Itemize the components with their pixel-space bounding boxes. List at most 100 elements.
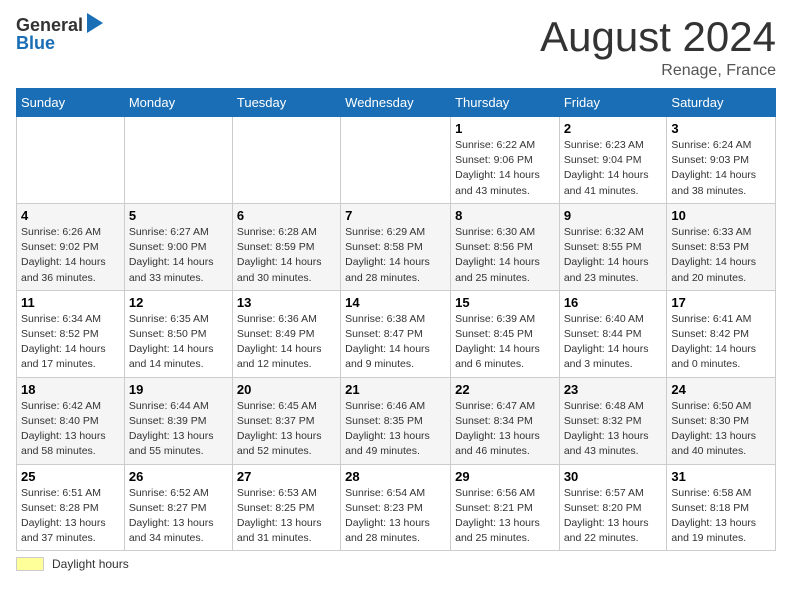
day-number: 5 (129, 208, 228, 223)
day-number: 22 (455, 382, 555, 397)
day-info: Sunrise: 6:38 AM Sunset: 8:47 PM Dayligh… (345, 312, 446, 373)
day-number: 30 (564, 469, 663, 484)
day-info: Sunrise: 6:48 AM Sunset: 8:32 PM Dayligh… (564, 399, 663, 460)
calendar-table: SundayMondayTuesdayWednesdayThursdayFrid… (16, 88, 776, 551)
week-row-5: 25 Sunrise: 6:51 AM Sunset: 8:28 PM Dayli… (17, 464, 776, 551)
logo-blue-text: Blue (16, 34, 103, 52)
day-cell: 6Sunrise: 6:28 AM Sunset: 8:59 PM Daylig… (232, 203, 340, 290)
day-number: 7 (345, 208, 446, 223)
day-cell: 13 Sunrise: 6:36 AM Sunset: 8:49 PM Dayli… (232, 290, 340, 377)
day-cell: 19 Sunrise: 6:44 AM Sunset: 8:39 PM Dayli… (124, 377, 232, 464)
day-info: Sunrise: 6:29 AM Sunset: 8:58 PM Dayligh… (345, 225, 446, 286)
day-info: Sunrise: 6:44 AM Sunset: 8:39 PM Dayligh… (129, 399, 228, 460)
day-number: 2 (564, 121, 663, 136)
day-cell (17, 117, 125, 204)
day-cell (232, 117, 340, 204)
day-cell (341, 117, 451, 204)
day-cell: 1Sunrise: 6:22 AM Sunset: 9:06 PM Daylig… (451, 117, 560, 204)
header-cell-friday: Friday (559, 89, 667, 117)
day-cell: 3 Sunrise: 6:24 AM Sunset: 9:03 PM Daylig… (667, 117, 776, 204)
day-number: 3 (671, 121, 771, 136)
day-number: 29 (455, 469, 555, 484)
day-info: Sunrise: 6:30 AM Sunset: 8:56 PM Dayligh… (455, 225, 555, 286)
day-cell (124, 117, 232, 204)
day-cell: 31 Sunrise: 6:58 AM Sunset: 8:18 PM Dayli… (667, 464, 776, 551)
day-info: Sunrise: 6:36 AM Sunset: 8:49 PM Dayligh… (237, 312, 336, 373)
daylight-legend-label: Daylight hours (52, 557, 129, 571)
day-info: Sunrise: 6:34 AM Sunset: 8:52 PM Dayligh… (21, 312, 120, 373)
day-cell: 27Sunrise: 6:53 AM Sunset: 8:25 PM Dayli… (232, 464, 340, 551)
day-cell: 7 Sunrise: 6:29 AM Sunset: 8:58 PM Daylig… (341, 203, 451, 290)
week-row-1: 1Sunrise: 6:22 AM Sunset: 9:06 PM Daylig… (17, 117, 776, 204)
day-info: Sunrise: 6:35 AM Sunset: 8:50 PM Dayligh… (129, 312, 228, 373)
day-info: Sunrise: 6:26 AM Sunset: 9:02 PM Dayligh… (21, 225, 120, 286)
day-info: Sunrise: 6:28 AM Sunset: 8:59 PM Dayligh… (237, 225, 336, 286)
day-number: 19 (129, 382, 228, 397)
day-cell: 8 Sunrise: 6:30 AM Sunset: 8:56 PM Daylig… (451, 203, 560, 290)
day-info: Sunrise: 6:23 AM Sunset: 9:04 PM Dayligh… (564, 138, 663, 199)
day-cell: 26 Sunrise: 6:52 AM Sunset: 8:27 PM Dayli… (124, 464, 232, 551)
header-cell-thursday: Thursday (451, 89, 560, 117)
day-info: Sunrise: 6:56 AM Sunset: 8:21 PM Dayligh… (455, 486, 555, 547)
day-number: 10 (671, 208, 771, 223)
day-number: 26 (129, 469, 228, 484)
day-cell: 28Sunrise: 6:54 AM Sunset: 8:23 PM Dayli… (341, 464, 451, 551)
day-info: Sunrise: 6:39 AM Sunset: 8:45 PM Dayligh… (455, 312, 555, 373)
day-number: 31 (671, 469, 771, 484)
day-number: 12 (129, 295, 228, 310)
day-number: 18 (21, 382, 120, 397)
day-cell: 23 Sunrise: 6:48 AM Sunset: 8:32 PM Dayli… (559, 377, 667, 464)
day-cell: 20Sunrise: 6:45 AM Sunset: 8:37 PM Dayli… (232, 377, 340, 464)
day-cell: 25 Sunrise: 6:51 AM Sunset: 8:28 PM Dayli… (17, 464, 125, 551)
logo-general-text: General (16, 16, 83, 34)
day-cell: 2 Sunrise: 6:23 AM Sunset: 9:04 PM Daylig… (559, 117, 667, 204)
day-info: Sunrise: 6:58 AM Sunset: 8:18 PM Dayligh… (671, 486, 771, 547)
day-number: 20 (237, 382, 336, 397)
header-row: SundayMondayTuesdayWednesdayThursdayFrid… (17, 89, 776, 117)
day-number: 25 (21, 469, 120, 484)
header-cell-wednesday: Wednesday (341, 89, 451, 117)
location-subtitle: Renage, France (540, 62, 776, 80)
day-cell: 18Sunrise: 6:42 AM Sunset: 8:40 PM Dayli… (17, 377, 125, 464)
header-cell-sunday: Sunday (17, 89, 125, 117)
week-row-4: 18Sunrise: 6:42 AM Sunset: 8:40 PM Dayli… (17, 377, 776, 464)
week-row-2: 4 Sunrise: 6:26 AM Sunset: 9:02 PM Daylig… (17, 203, 776, 290)
day-cell: 16 Sunrise: 6:40 AM Sunset: 8:44 PM Dayli… (559, 290, 667, 377)
day-number: 23 (564, 382, 663, 397)
day-info: Sunrise: 6:54 AM Sunset: 8:23 PM Dayligh… (345, 486, 446, 547)
day-cell: 24Sunrise: 6:50 AM Sunset: 8:30 PM Dayli… (667, 377, 776, 464)
day-cell: 14 Sunrise: 6:38 AM Sunset: 8:47 PM Dayli… (341, 290, 451, 377)
logo: General Blue (16, 16, 103, 52)
day-info: Sunrise: 6:46 AM Sunset: 8:35 PM Dayligh… (345, 399, 446, 460)
day-cell: 11 Sunrise: 6:34 AM Sunset: 8:52 PM Dayli… (17, 290, 125, 377)
header-cell-tuesday: Tuesday (232, 89, 340, 117)
day-number: 8 (455, 208, 555, 223)
day-number: 16 (564, 295, 663, 310)
day-info: Sunrise: 6:22 AM Sunset: 9:06 PM Dayligh… (455, 138, 555, 199)
day-info: Sunrise: 6:33 AM Sunset: 8:53 PM Dayligh… (671, 225, 771, 286)
day-cell: 15Sunrise: 6:39 AM Sunset: 8:45 PM Dayli… (451, 290, 560, 377)
day-info: Sunrise: 6:24 AM Sunset: 9:03 PM Dayligh… (671, 138, 771, 199)
day-info: Sunrise: 6:50 AM Sunset: 8:30 PM Dayligh… (671, 399, 771, 460)
day-number: 14 (345, 295, 446, 310)
day-cell: 4 Sunrise: 6:26 AM Sunset: 9:02 PM Daylig… (17, 203, 125, 290)
day-info: Sunrise: 6:57 AM Sunset: 8:20 PM Dayligh… (564, 486, 663, 547)
day-cell: 9Sunrise: 6:32 AM Sunset: 8:55 PM Daylig… (559, 203, 667, 290)
day-number: 11 (21, 295, 120, 310)
day-number: 4 (21, 208, 120, 223)
day-number: 21 (345, 382, 446, 397)
day-number: 9 (564, 208, 663, 223)
day-info: Sunrise: 6:52 AM Sunset: 8:27 PM Dayligh… (129, 486, 228, 547)
day-number: 13 (237, 295, 336, 310)
day-info: Sunrise: 6:40 AM Sunset: 8:44 PM Dayligh… (564, 312, 663, 373)
day-info: Sunrise: 6:47 AM Sunset: 8:34 PM Dayligh… (455, 399, 555, 460)
day-cell: 10 Sunrise: 6:33 AM Sunset: 8:53 PM Dayli… (667, 203, 776, 290)
day-cell: 29 Sunrise: 6:56 AM Sunset: 8:21 PM Dayli… (451, 464, 560, 551)
calendar-footer: Daylight hours (16, 557, 776, 571)
day-cell: 12 Sunrise: 6:35 AM Sunset: 8:50 PM Dayli… (124, 290, 232, 377)
logo-arrow-icon (87, 13, 103, 33)
header-cell-monday: Monday (124, 89, 232, 117)
day-cell: 22 Sunrise: 6:47 AM Sunset: 8:34 PM Dayli… (451, 377, 560, 464)
day-info: Sunrise: 6:27 AM Sunset: 9:00 PM Dayligh… (129, 225, 228, 286)
day-info: Sunrise: 6:51 AM Sunset: 8:28 PM Dayligh… (21, 486, 120, 547)
